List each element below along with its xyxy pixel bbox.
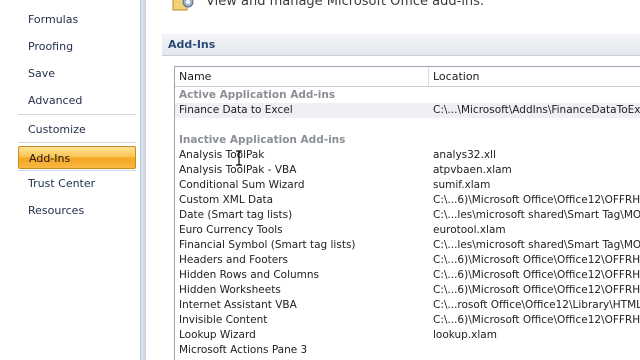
nav-divider <box>18 114 136 115</box>
table-row[interactable]: Date (Smart tag lists) C:\...les\microso… <box>175 208 640 223</box>
addin-name: Internet Assistant VBA <box>179 299 297 311</box>
addin-location: C:\...les\microsoft shared\Smart Tag\MOF… <box>433 209 640 221</box>
addin-location: analys32.xll <box>433 149 496 161</box>
addin-name: Financial Symbol (Smart tag lists) <box>179 239 356 251</box>
group-header-active: Active Application Add-ins <box>179 89 336 101</box>
addin-location: C:\...6)\Microsoft Office\Office12\OFFRH… <box>433 284 640 296</box>
table-row[interactable]: Internet Assistant VBA C:\...rosoft Offi… <box>175 298 640 313</box>
addin-name: Lookup Wizard <box>179 329 256 341</box>
addin-name: Hidden Rows and Columns <box>179 269 320 281</box>
panel-header: View and manage Microsoft Office add-ins… <box>146 0 640 20</box>
group-header-inactive: Inactive Application Add-ins <box>179 134 346 146</box>
table-row[interactable]: Lookup Wizard lookup.xlam <box>175 328 640 343</box>
table-row[interactable]: Analysis ToolPak - VBA atpvbaen.xlam <box>175 163 640 178</box>
addin-location: sumif.xlam <box>433 179 491 191</box>
add-ins-panel: View and manage Microsoft Office add-ins… <box>146 0 640 360</box>
nav-item-customize[interactable]: Customize <box>18 118 136 141</box>
section-title: Add-Ins <box>168 38 216 51</box>
nav-item-formulas[interactable]: Formulas <box>18 8 136 31</box>
table-row[interactable]: Headers and Footers C:\...6)\Microsoft O… <box>175 253 640 268</box>
addin-name: Euro Currency Tools <box>179 224 283 236</box>
addin-name: Analysis ToolPak - VBA <box>179 164 297 176</box>
table-row[interactable]: Invisible Content C:\...6)\Microsoft Off… <box>175 313 640 328</box>
nav-item-save[interactable]: Save <box>18 62 136 85</box>
addin-name: Analysis ToolPak <box>179 149 265 161</box>
addin-name: Conditional Sum Wizard <box>179 179 305 191</box>
nav-item-proofing[interactable]: Proofing <box>18 35 136 58</box>
addin-name: Headers and Footers <box>179 254 289 266</box>
addin-location: eurotool.xlam <box>433 224 506 236</box>
addin-name: Hidden Worksheets <box>179 284 281 296</box>
addin-location: C:\...6)\Microsoft Office\Office12\OFFRH… <box>433 194 640 206</box>
addin-location: C:\...6)\Microsoft Office\Office12\OFFRH… <box>433 314 640 326</box>
addin-location: lookup.xlam <box>433 329 497 341</box>
addin-location: C:\...6)\Microsoft Office\Office12\OFFRH… <box>433 269 640 281</box>
add-ins-gear-icon <box>172 0 194 11</box>
nav-item-add-ins[interactable]: Add-Ins <box>18 146 136 169</box>
options-nav-sidebar: Formulas Proofing Save Advanced Customiz… <box>0 0 146 360</box>
table-row[interactable]: Hidden Worksheets C:\...6)\Microsoft Off… <box>175 283 640 298</box>
panel-description: View and manage Microsoft Office add-ins… <box>206 0 485 9</box>
column-header-name[interactable]: Name <box>175 67 429 87</box>
table-row[interactable]: Euro Currency Tools eurotool.xlam <box>175 223 640 238</box>
section-header: Add-Ins <box>162 34 640 56</box>
table-row[interactable]: Hidden Rows and Columns C:\...6)\Microso… <box>175 268 640 283</box>
addin-location: C:\...6)\Microsoft Office\Office12\OFFRH… <box>433 254 640 266</box>
table-row[interactable]: Custom XML Data C:\...6)\Microsoft Offic… <box>175 193 640 208</box>
addin-name: Date (Smart tag lists) <box>179 209 293 221</box>
addin-name: Custom XML Data <box>179 194 274 206</box>
nav-item-advanced[interactable]: Advanced <box>18 89 136 112</box>
add-ins-table: Name Location Active Application Add-ins… <box>174 66 640 360</box>
addin-location: C:\...les\microsoft shared\Smart Tag\MOF… <box>433 239 640 251</box>
addin-location: C:\...\Microsoft\AddIns\FinanceDataToExc… <box>433 104 640 116</box>
table-row[interactable]: Financial Symbol (Smart tag lists) C:\..… <box>175 238 640 253</box>
nav-divider <box>18 142 136 143</box>
addin-name: Finance Data to Excel <box>179 104 293 116</box>
table-row[interactable]: Microsoft Actions Pane 3 <box>175 343 640 358</box>
addin-name: Microsoft Actions Pane 3 <box>179 344 308 356</box>
nav-item-resources[interactable]: Resources <box>18 199 136 222</box>
addin-location: atpvbaen.xlam <box>433 164 512 176</box>
addin-name: Invisible Content <box>179 314 268 326</box>
addin-location: C:\...rosoft Office\Office12\Library\HTM… <box>433 299 640 311</box>
table-row[interactable]: Conditional Sum Wizard sumif.xlam <box>175 178 640 193</box>
table-row[interactable]: Analysis ToolPak analys32.xll <box>175 148 640 163</box>
column-header-location[interactable]: Location <box>429 67 640 87</box>
table-row[interactable]: Finance Data to Excel C:\...\Microsoft\A… <box>175 103 640 118</box>
nav-divider <box>18 170 136 171</box>
text-cursor-icon <box>236 150 242 166</box>
nav-item-trust-center[interactable]: Trust Center <box>18 172 136 195</box>
